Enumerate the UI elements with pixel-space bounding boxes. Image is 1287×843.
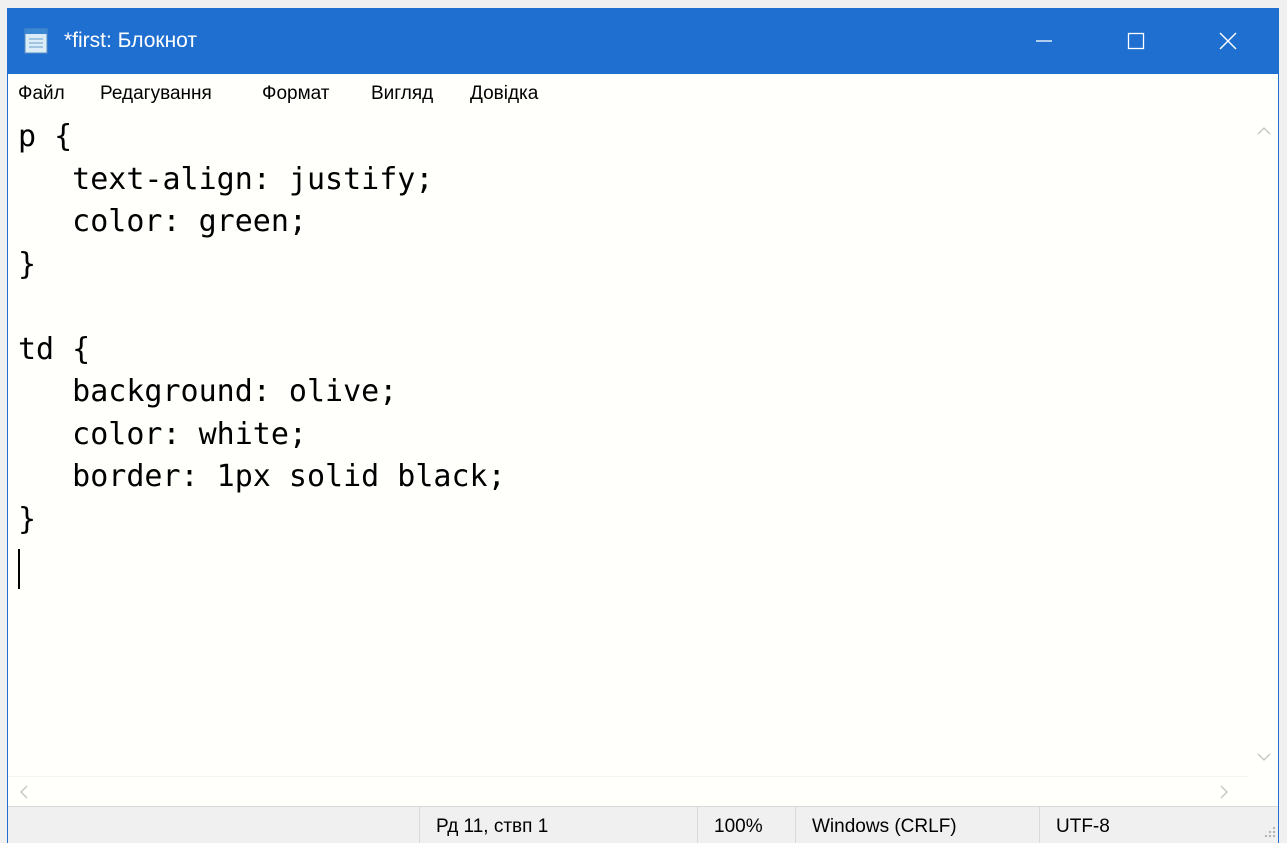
close-icon (1219, 32, 1237, 50)
horizontal-scrollbar[interactable] (8, 776, 1248, 807)
editor-content[interactable]: p { text-align: justify; color: green; }… (18, 116, 506, 541)
maximize-button[interactable] (1090, 8, 1182, 74)
status-cursor-position: Рд 11, ствп 1 (419, 807, 697, 843)
minimize-button[interactable] (998, 8, 1090, 74)
maximize-icon (1127, 32, 1145, 50)
scroll-up-icon[interactable] (1256, 122, 1272, 141)
status-bar: Рд 11, ствп 1 100% Windows (CRLF) UTF-8 (8, 806, 1278, 843)
menu-format[interactable]: Формат (262, 83, 330, 105)
text-editor[interactable]: p { text-align: justify; color: green; }… (8, 112, 1248, 776)
scroll-down-icon[interactable] (1256, 748, 1272, 767)
title-bar[interactable]: *first: Блокнот (8, 8, 1278, 74)
vertical-scrollbar[interactable] (1248, 112, 1278, 776)
scrollbar-corner (1248, 776, 1278, 806)
scroll-left-icon[interactable] (18, 784, 30, 804)
close-button[interactable] (1182, 8, 1274, 74)
status-zoom: 100% (697, 807, 795, 843)
window-title: *first: Блокнот (64, 29, 198, 52)
status-line-endings: Windows (CRLF) (795, 807, 1039, 843)
menu-bar: Файл Редагування Формат Вигляд Довідка (8, 74, 1278, 113)
text-caret (18, 549, 20, 589)
notepad-window: *first: Блокнот Файл Редагування Формат … (7, 8, 1279, 843)
status-encoding: UTF-8 (1039, 807, 1278, 843)
menu-help[interactable]: Довідка (470, 83, 538, 105)
menu-edit[interactable]: Редагування (100, 83, 212, 105)
notepad-icon[interactable] (24, 26, 50, 54)
menu-file[interactable]: Файл (18, 83, 65, 105)
scroll-right-icon[interactable] (1218, 784, 1230, 804)
minimize-icon (1036, 40, 1052, 42)
menu-view[interactable]: Вигляд (371, 83, 433, 105)
resize-grip-icon[interactable] (1264, 823, 1276, 842)
